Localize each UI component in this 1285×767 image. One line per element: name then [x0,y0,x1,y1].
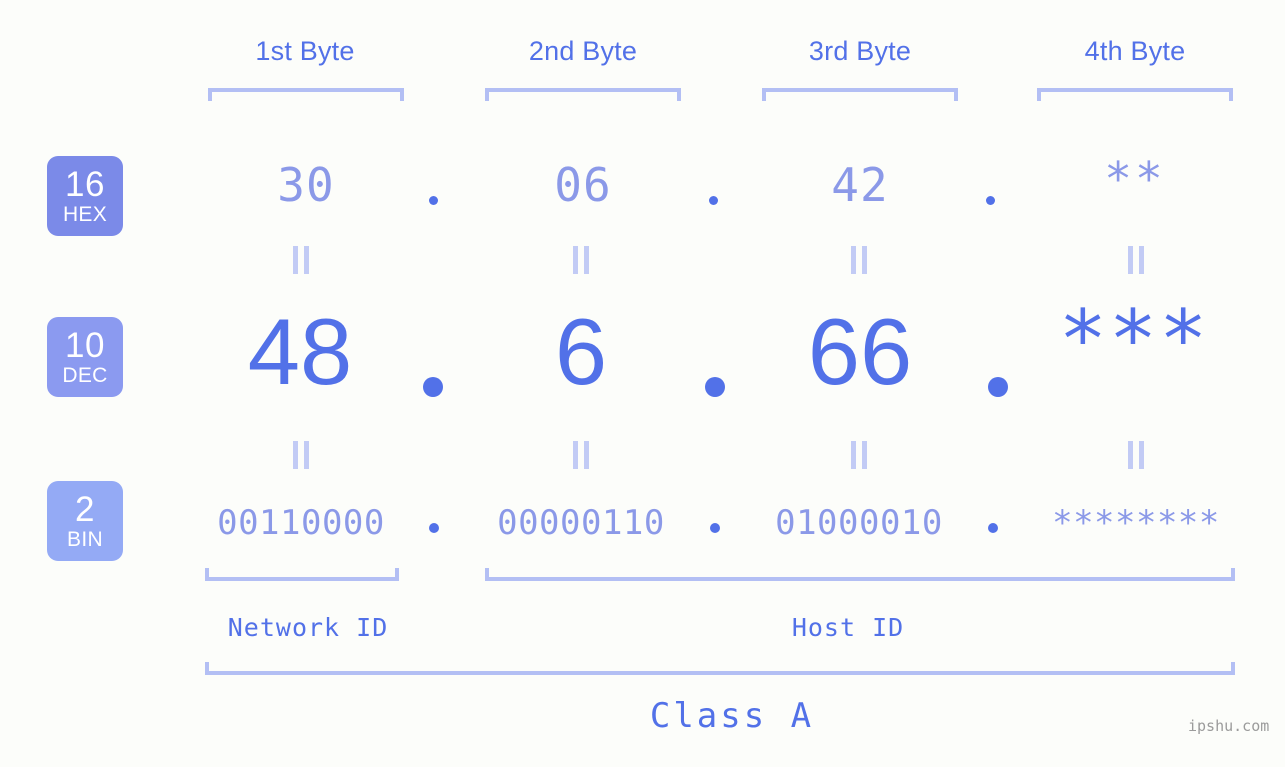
watermark: ipshu.com [1188,717,1270,735]
bin-value-byte-2: 00000110 [497,503,665,543]
hex-separator-dot-2 [709,196,718,205]
base-badge-hex-number: 16 [65,165,105,204]
dec-separator-dot-3 [988,377,1008,397]
base-badge-hex-name: HEX [62,203,108,226]
base-badge-bin-number: 2 [75,490,95,529]
equality-mark-hex-dec-4 [1128,246,1144,274]
byte-header-label-4: 4th Byte [1084,36,1186,66]
byte-header-label-2: 2nd Byte [528,36,638,66]
equality-mark-hex-dec-3 [851,246,867,274]
equality-mark-dec-bin-3 [851,441,867,469]
base-badge-dec-name: DEC [62,364,108,387]
byte-bracket-top-3 [762,88,958,101]
network-id-bracket [205,568,399,581]
base-badge-dec-number: 10 [65,326,105,365]
network-id-label: Network ID [227,613,389,642]
equality-mark-hex-dec-2 [573,246,589,274]
byte-bracket-top-1 [208,88,404,101]
bin-value-byte-1: 00110000 [217,503,385,543]
dec-value-byte-4: *** [1058,293,1210,386]
hex-separator-dot-3 [986,196,995,205]
bin-separator-dot-3 [988,523,998,533]
byte-bracket-top-2 [485,88,681,101]
bin-value-byte-3: 01000010 [775,503,943,543]
hex-value-byte-1: 30 [277,158,335,212]
base-badge-bin: 2 BIN [47,481,123,561]
hex-value-byte-4: ** [1104,152,1166,206]
host-id-label: Host ID [791,613,905,642]
equality-mark-dec-bin-1 [293,441,309,469]
hex-value-byte-3: 42 [831,158,889,212]
dec-separator-dot-1 [423,377,443,397]
equality-mark-dec-bin-4 [1128,441,1144,469]
base-badge-dec: 10 DEC [47,317,123,397]
dec-value-byte-2: 6 [554,299,608,404]
dec-value-byte-1: 48 [247,299,353,404]
ip-byte-breakdown-diagram: 1st Byte 2nd Byte 3rd Byte 4th Byte 16 H… [0,0,1285,767]
bin-separator-dot-2 [710,523,720,533]
class-label: Class A [649,696,815,736]
host-id-bracket [485,568,1235,581]
dec-value-byte-3: 66 [807,299,913,404]
byte-header-label-1: 1st Byte [255,36,355,66]
equality-mark-hex-dec-1 [293,246,309,274]
byte-bracket-top-4 [1037,88,1233,101]
class-bracket [205,662,1235,675]
hex-value-byte-2: 06 [554,158,612,212]
base-badge-hex: 16 HEX [47,156,123,236]
dec-separator-dot-2 [705,377,725,397]
base-badge-bin-name: BIN [67,528,103,551]
byte-header-label-3: 3rd Byte [808,36,912,66]
hex-separator-dot-1 [429,196,438,205]
bin-separator-dot-1 [429,523,439,533]
bin-value-byte-4: ******** [1052,503,1220,543]
equality-mark-dec-bin-2 [573,441,589,469]
